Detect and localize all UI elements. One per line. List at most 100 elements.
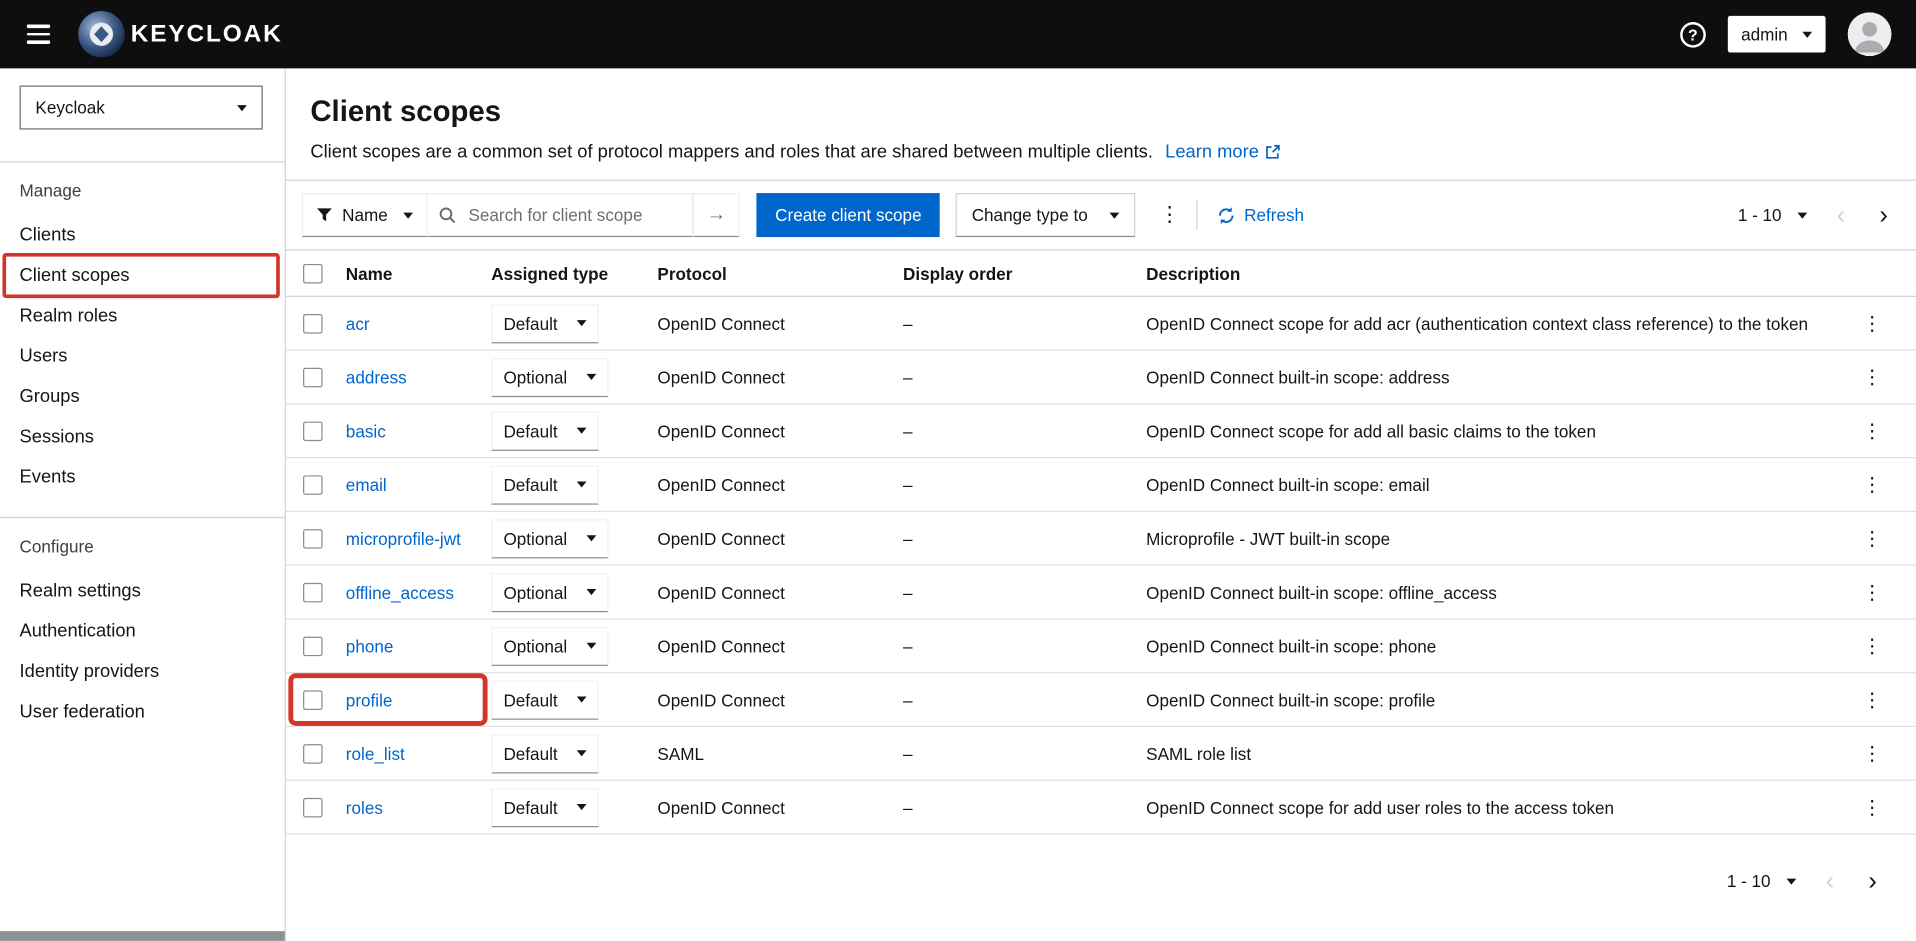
sidebar-item-user-federation[interactable]: User federation: [0, 692, 285, 732]
search-submit-button[interactable]: →: [693, 193, 740, 238]
row-kebab-menu[interactable]: ⋮: [1852, 790, 1891, 824]
assigned-type-value: Default: [503, 689, 558, 710]
row-kebab-menu[interactable]: ⋮: [1852, 575, 1891, 609]
sidebar: Keycloak Manage Clients Client scopes Re…: [0, 68, 286, 941]
scope-name-link[interactable]: address: [346, 367, 407, 387]
avatar[interactable]: [1847, 12, 1892, 57]
filter-dropdown-value: Name: [342, 205, 388, 225]
row-checkbox[interactable]: [303, 743, 323, 764]
protocol-cell: SAML: [657, 743, 704, 764]
row-checkbox[interactable]: [303, 528, 323, 549]
chevron-down-icon: [577, 804, 587, 811]
sidebar-item-clients[interactable]: Clients: [0, 215, 285, 255]
assigned-type-select[interactable]: Default: [491, 733, 600, 773]
assigned-type-value: Optional: [503, 367, 568, 387]
row-checkbox[interactable]: [303, 474, 323, 495]
scope-name-link[interactable]: roles: [346, 797, 383, 817]
assigned-type-select[interactable]: Optional: [491, 357, 609, 397]
scope-name-link[interactable]: microprofile-jwt: [346, 528, 461, 548]
main-content: Client scopes Client scopes are a common…: [285, 68, 1916, 941]
sidebar-item-realm-roles[interactable]: Realm roles: [0, 296, 285, 336]
nav-section-manage: Manage Clients Client scopes Realm roles…: [0, 181, 285, 497]
sidebar-item-realm-settings[interactable]: Realm settings: [0, 571, 285, 611]
protocol-cell: OpenID Connect: [657, 367, 785, 387]
assigned-type-select[interactable]: Default: [491, 680, 600, 720]
row-checkbox[interactable]: [303, 636, 323, 656]
assigned-type-select[interactable]: Default: [491, 787, 600, 827]
protocol-cell: OpenID Connect: [657, 689, 785, 710]
scope-name-link[interactable]: profile: [346, 690, 393, 710]
row-kebab-menu[interactable]: ⋮: [1852, 736, 1891, 770]
pagination-range-dropdown[interactable]: 1 - 10: [1719, 861, 1803, 900]
filter-dropdown[interactable]: Name: [301, 193, 429, 238]
pagination-prev-button[interactable]: ‹: [1824, 202, 1857, 228]
row-checkbox[interactable]: [303, 420, 323, 441]
assigned-type-select[interactable]: Optional: [491, 626, 609, 666]
nav-section-title: Configure: [19, 536, 94, 556]
scope-name-link[interactable]: email: [346, 475, 387, 495]
nav-toggle-button[interactable]: [24, 17, 52, 51]
row-kebab-menu[interactable]: ⋮: [1852, 682, 1891, 716]
sidebar-item-users[interactable]: Users: [0, 336, 285, 376]
assigned-type-value: Default: [503, 743, 558, 764]
display-order-cell: –: [903, 474, 913, 495]
help-icon[interactable]: ?: [1679, 21, 1706, 48]
row-checkbox[interactable]: [303, 797, 323, 817]
row-checkbox[interactable]: [303, 689, 323, 710]
user-menu-dropdown[interactable]: admin: [1727, 15, 1826, 53]
row-checkbox[interactable]: [303, 367, 323, 387]
row-kebab-menu[interactable]: ⋮: [1852, 306, 1891, 340]
pagination-prev-button[interactable]: ‹: [1813, 868, 1846, 894]
create-client-scope-button[interactable]: Create client scope: [756, 193, 940, 238]
protocol-cell: OpenID Connect: [657, 528, 785, 549]
learn-more-link[interactable]: Learn more: [1165, 142, 1281, 163]
sidebar-item-events[interactable]: Events: [0, 457, 285, 497]
kebab-icon: ⋮: [1862, 528, 1882, 550]
row-kebab-menu[interactable]: ⋮: [1852, 360, 1891, 394]
sidebar-item-label: Authentication: [19, 620, 136, 642]
pagination-next-button[interactable]: ›: [1856, 868, 1889, 894]
table-row: acr Default OpenID Connect – OpenID Conn…: [285, 297, 1916, 351]
assigned-type-select[interactable]: Optional: [491, 572, 609, 612]
scope-name-link[interactable]: basic: [346, 421, 386, 441]
display-order-cell: –: [903, 367, 913, 387]
sidebar-item-identity-providers[interactable]: Identity providers: [0, 651, 285, 691]
refresh-button[interactable]: Refresh: [1217, 205, 1304, 225]
sidebar-scrollbar[interactable]: [0, 931, 285, 941]
change-type-dropdown[interactable]: Change type to: [955, 193, 1136, 238]
table-row: email Default OpenID Connect – OpenID Co…: [285, 458, 1916, 512]
search-icon: [440, 207, 456, 224]
row-kebab-menu[interactable]: ⋮: [1852, 467, 1891, 501]
sidebar-item-sessions[interactable]: Sessions: [0, 417, 285, 457]
sidebar-item-authentication[interactable]: Authentication: [0, 611, 285, 651]
row-kebab-menu[interactable]: ⋮: [1852, 629, 1891, 663]
pagination-next-button[interactable]: ›: [1867, 202, 1900, 228]
assigned-type-select[interactable]: Optional: [491, 518, 609, 558]
assigned-type-select[interactable]: Default: [491, 303, 600, 343]
select-all-checkbox[interactable]: [303, 263, 323, 283]
row-kebab-menu[interactable]: ⋮: [1852, 414, 1891, 448]
toolbar-kebab-menu[interactable]: ⋮: [1152, 193, 1186, 237]
display-order-cell: –: [903, 528, 913, 549]
assigned-type-select[interactable]: Default: [491, 464, 600, 505]
scope-name-link[interactable]: role_list: [346, 744, 405, 764]
table-row: offline_access Optional OpenID Connect –…: [285, 566, 1916, 620]
row-checkbox[interactable]: [303, 582, 323, 602]
scope-name-link[interactable]: offline_access: [346, 582, 454, 602]
chevron-left-icon: ‹: [1825, 866, 1835, 896]
sidebar-item-client-scopes[interactable]: Client scopes: [0, 252, 285, 299]
assigned-type-select[interactable]: Default: [491, 411, 600, 451]
scope-name-link[interactable]: phone: [346, 636, 394, 656]
display-order-cell: –: [903, 689, 913, 710]
row-kebab-menu[interactable]: ⋮: [1852, 521, 1891, 555]
keycloak-logo: KEYCLOAK: [77, 10, 283, 59]
realm-selector[interactable]: Keycloak: [19, 85, 263, 130]
chevron-down-icon: [1802, 31, 1813, 38]
app-window: KEYCLOAK ? admin Keycloak Manage Clients…: [0, 0, 1916, 941]
sidebar-item-groups[interactable]: Groups: [0, 376, 285, 416]
scope-name-link[interactable]: acr: [346, 313, 370, 333]
sidebar-item-label: Sessions: [19, 426, 94, 448]
search-input[interactable]: [465, 204, 682, 227]
row-checkbox[interactable]: [303, 313, 323, 333]
pagination-range-dropdown[interactable]: 1 - 10: [1730, 196, 1814, 235]
